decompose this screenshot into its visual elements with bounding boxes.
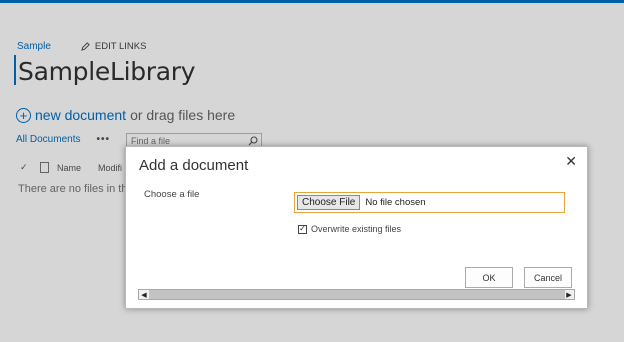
add-document-dialog: Add a document ✕ Choose a file Choose Fi… <box>125 146 588 309</box>
scroll-left-icon[interactable]: ◀ <box>139 290 149 299</box>
no-file-text: No file chosen <box>365 197 426 208</box>
choose-file-label: Choose a file <box>144 189 200 200</box>
scrollbar-thumb[interactable] <box>149 290 565 299</box>
horizontal-scrollbar[interactable]: ◀ ▶ <box>138 289 575 300</box>
ok-button[interactable]: OK <box>465 267 513 288</box>
file-input[interactable]: Choose File No file chosen <box>294 192 565 213</box>
overwrite-option: ✓ Overwrite existing files <box>298 224 401 234</box>
cancel-button[interactable]: Cancel <box>524 267 572 288</box>
overwrite-checkbox[interactable]: ✓ <box>298 224 307 234</box>
choose-file-button[interactable]: Choose File <box>297 195 361 210</box>
overwrite-label[interactable]: Overwrite existing files <box>311 224 401 234</box>
scroll-right-icon[interactable]: ▶ <box>564 290 574 299</box>
close-icon[interactable]: ✕ <box>565 153 577 170</box>
dialog-title: Add a document <box>139 157 249 174</box>
